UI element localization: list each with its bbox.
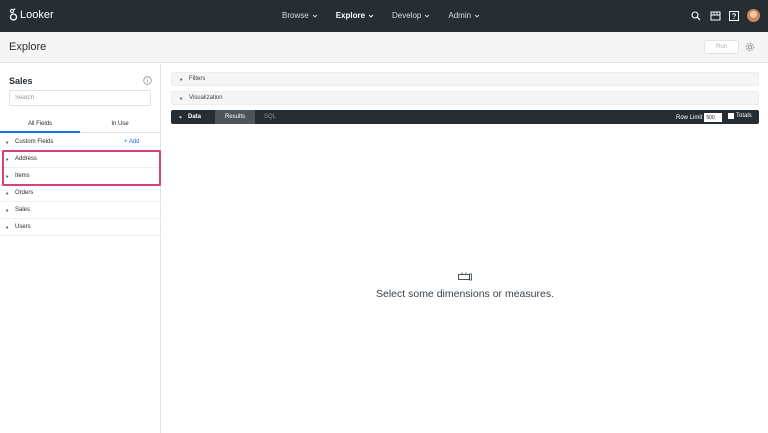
caret-right-icon: [6, 157, 9, 161]
field-search-input[interactable]: [9, 90, 151, 106]
nav-develop-label: Develop: [392, 11, 422, 20]
visualization-section[interactable]: Visualization: [171, 91, 759, 105]
search-button[interactable]: [690, 10, 702, 22]
filters-section[interactable]: Filters: [171, 72, 759, 86]
nav-admin[interactable]: Admin: [448, 11, 480, 20]
tab-in-use[interactable]: In Use: [80, 116, 160, 132]
caret-right-icon: [6, 140, 9, 144]
help-icon: [729, 10, 739, 21]
explore-main: Filters Visualization Data Results SQL R…: [171, 72, 759, 124]
chevron-down-icon: [425, 14, 430, 18]
user-avatar[interactable]: [747, 9, 760, 22]
help-button[interactable]: [728, 10, 740, 22]
caret-down-icon: [179, 116, 182, 118]
tab-all-fields[interactable]: All Fields: [0, 116, 80, 133]
nav-icons: [683, 9, 760, 22]
looker-logo[interactable]: Looker: [9, 8, 54, 21]
field-group-label: Custom Fields: [15, 139, 54, 145]
marketplace-button[interactable]: [709, 10, 721, 22]
caret-right-icon: [6, 208, 9, 212]
field-group-label: Users: [15, 224, 31, 230]
chevron-down-icon: [368, 14, 374, 18]
top-nav: Looker Browse Explore Develop Admin: [0, 0, 768, 32]
brand-name: Looker: [20, 8, 54, 21]
nav-develop[interactable]: Develop: [392, 11, 430, 20]
field-group-label: Items: [15, 173, 30, 179]
field-group-sales[interactable]: Sales: [0, 202, 161, 219]
field-group-label: Orders: [15, 190, 34, 196]
tab-sql[interactable]: SQL: [257, 110, 283, 124]
field-group-custom-fields[interactable]: Custom Fields + Add: [0, 134, 161, 151]
caret-right-icon: [6, 174, 9, 178]
visualization-label: Visualization: [189, 95, 223, 101]
tab-results[interactable]: Results: [215, 110, 255, 124]
nav-browse[interactable]: Browse: [282, 11, 318, 20]
data-toggle[interactable]: Data: [188, 114, 201, 120]
nav-browse-label: Browse: [282, 11, 309, 20]
page-header: Explore Run: [0, 32, 768, 63]
field-group-orders[interactable]: Orders: [0, 185, 161, 202]
explore-name: Sales: [9, 76, 33, 86]
caret-right-icon: [6, 225, 9, 229]
looker-logo-icon: [9, 8, 18, 21]
run-button[interactable]: Run: [704, 40, 739, 54]
field-group-address[interactable]: Address: [0, 151, 161, 168]
empty-state-message: Select some dimensions or measures.: [376, 288, 554, 300]
field-tabs: All Fields In Use: [0, 116, 161, 133]
field-group-label: Sales: [15, 207, 31, 213]
main-nav: Browse Explore Develop Admin: [282, 11, 498, 20]
gear-icon[interactable]: [745, 42, 755, 52]
nav-explore-label: Explore: [335, 11, 366, 20]
info-icon[interactable]: [143, 76, 152, 85]
field-list: Custom Fields + Add Address Items Orders…: [0, 134, 161, 236]
data-section-bar: Data Results SQL Row Limit Totals: [171, 110, 759, 124]
nav-admin-label: Admin: [448, 11, 472, 20]
totals-checkbox[interactable]: [728, 113, 734, 119]
caret-right-icon: [180, 96, 183, 100]
nav-explore[interactable]: Explore: [336, 11, 374, 20]
chevron-down-icon: [474, 14, 480, 18]
row-limit: Row Limit: [676, 113, 723, 122]
field-group-label: Address: [15, 156, 38, 162]
marketplace-icon: [710, 11, 720, 20]
row-limit-label: Row Limit: [676, 114, 703, 121]
dimensions-icon: [458, 272, 472, 281]
field-group-items[interactable]: Items: [0, 168, 161, 185]
search-icon: [691, 10, 701, 20]
row-limit-input[interactable]: [704, 113, 723, 122]
empty-state: Select some dimensions or measures.: [171, 272, 759, 300]
field-picker-sidebar: Sales All Fields In Use Custom Fields + …: [0, 64, 161, 433]
field-group-users[interactable]: Users: [0, 219, 161, 236]
totals-toggle[interactable]: Totals: [728, 113, 752, 119]
caret-right-icon: [180, 77, 183, 81]
add-custom-field-link[interactable]: + Add: [124, 139, 140, 145]
totals-label: Totals: [736, 113, 752, 119]
filters-label: Filters: [189, 76, 206, 82]
chevron-down-icon: [312, 14, 318, 18]
caret-right-icon: [6, 191, 9, 195]
page-title: Explore: [9, 41, 47, 53]
